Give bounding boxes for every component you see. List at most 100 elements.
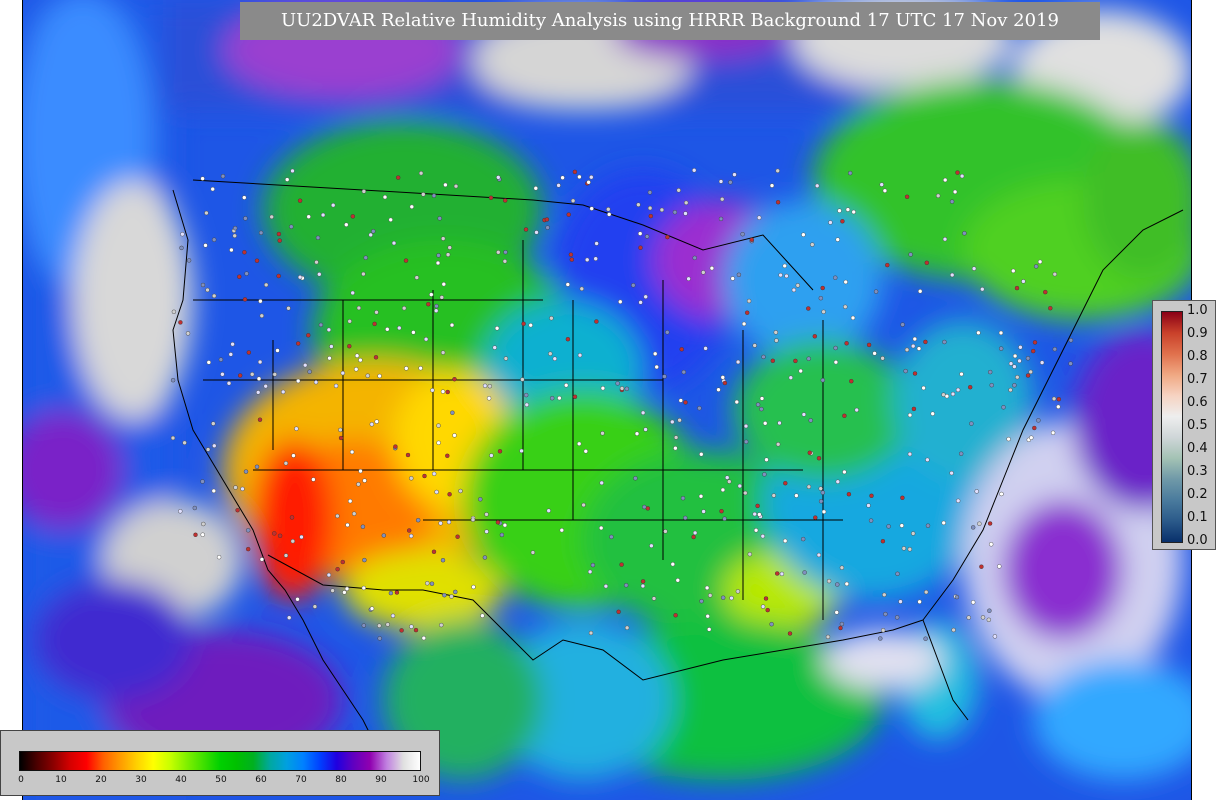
station-dot — [879, 182, 884, 187]
station-dot — [808, 418, 813, 423]
station-dot — [220, 372, 225, 377]
station-dot — [340, 370, 345, 376]
station-dot — [315, 235, 321, 241]
station-dot — [1029, 435, 1034, 440]
station-dot — [980, 615, 986, 620]
station-dot — [880, 356, 885, 361]
station-dot — [1036, 418, 1041, 423]
station-dot — [763, 596, 769, 601]
station-dot — [356, 482, 361, 487]
station-dot — [729, 595, 734, 601]
station-dot — [372, 321, 377, 327]
station-dot — [458, 488, 463, 494]
station-dot — [381, 533, 386, 538]
station-dot — [421, 192, 426, 197]
rh-colorbar-gradient — [19, 751, 421, 771]
station-dot — [911, 343, 916, 349]
station-dot — [546, 508, 551, 513]
station-dot — [439, 295, 444, 300]
station-dot — [828, 220, 833, 225]
station-dot — [178, 320, 183, 325]
station-dot — [818, 499, 824, 504]
station-dot — [200, 532, 205, 537]
qc-tick-label: 0.3 — [1187, 464, 1208, 479]
station-dot — [755, 503, 760, 509]
station-dot — [787, 631, 793, 636]
station-dot — [581, 502, 586, 508]
station-dot — [583, 449, 588, 454]
station-dot — [179, 245, 184, 251]
station-dot — [192, 505, 198, 511]
station-dot — [908, 252, 913, 257]
station-dot — [437, 216, 442, 221]
station-dot — [402, 306, 407, 311]
station-dot — [338, 435, 344, 441]
station-dot — [233, 485, 238, 490]
station-dot — [228, 352, 234, 357]
station-dot — [405, 452, 411, 458]
station-dot — [752, 343, 757, 348]
station-dot — [391, 240, 397, 246]
station-dot — [662, 374, 667, 379]
station-dot — [659, 207, 665, 213]
station-dot — [425, 581, 430, 586]
station-dot — [1008, 387, 1013, 393]
station-dot — [258, 299, 263, 304]
station-dot — [568, 252, 574, 257]
station-dot — [825, 634, 831, 640]
station-dot — [434, 303, 439, 309]
station-dot — [593, 256, 598, 261]
station-dot — [1018, 345, 1023, 350]
station-dot — [237, 274, 242, 279]
station-dot — [769, 622, 774, 627]
station-dot — [886, 524, 891, 529]
station-dot — [833, 360, 839, 365]
station-dot — [795, 283, 800, 288]
station-dot — [452, 433, 457, 438]
station-dot — [348, 498, 353, 504]
qc-tick-label: 0.6 — [1187, 395, 1208, 410]
station-dot — [904, 347, 910, 352]
station-dot — [806, 306, 811, 311]
station-dot — [704, 585, 710, 591]
station-dot — [432, 471, 437, 476]
station-dot — [440, 389, 446, 394]
station-dot — [735, 589, 741, 594]
station-dot — [201, 521, 206, 527]
station-dot — [344, 222, 349, 227]
station-dot — [925, 523, 931, 528]
station-dot — [488, 195, 494, 201]
station-dot — [977, 521, 982, 526]
station-dot — [619, 562, 624, 567]
station-dot — [235, 508, 240, 513]
station-dot — [992, 634, 998, 639]
station-dot — [683, 515, 688, 521]
station-dot — [354, 353, 360, 358]
station-dot — [683, 400, 688, 405]
station-dot — [842, 469, 847, 475]
station-dot — [453, 183, 459, 189]
station-dot — [331, 202, 336, 208]
station-dot — [326, 572, 332, 578]
station-dot — [283, 553, 289, 558]
station-dot — [470, 517, 476, 522]
rh-tick-label: 60 — [255, 775, 267, 785]
station-dot — [676, 188, 681, 193]
station-dot — [633, 476, 638, 481]
station-dot — [393, 444, 398, 449]
station-dot — [764, 457, 769, 462]
station-dot — [1028, 369, 1033, 375]
station-dot — [1012, 353, 1018, 359]
station-dot — [287, 615, 292, 620]
station-dot — [686, 276, 691, 281]
station-dot — [272, 372, 278, 377]
station-dot — [986, 617, 991, 622]
station-dot — [651, 596, 657, 601]
rh-tick-label: 70 — [295, 775, 307, 785]
station-dot — [956, 498, 961, 503]
station-dot — [369, 422, 374, 427]
station-dot — [1025, 356, 1031, 361]
station-dot — [430, 388, 435, 393]
station-dot — [244, 271, 249, 276]
station-dot — [441, 236, 446, 241]
